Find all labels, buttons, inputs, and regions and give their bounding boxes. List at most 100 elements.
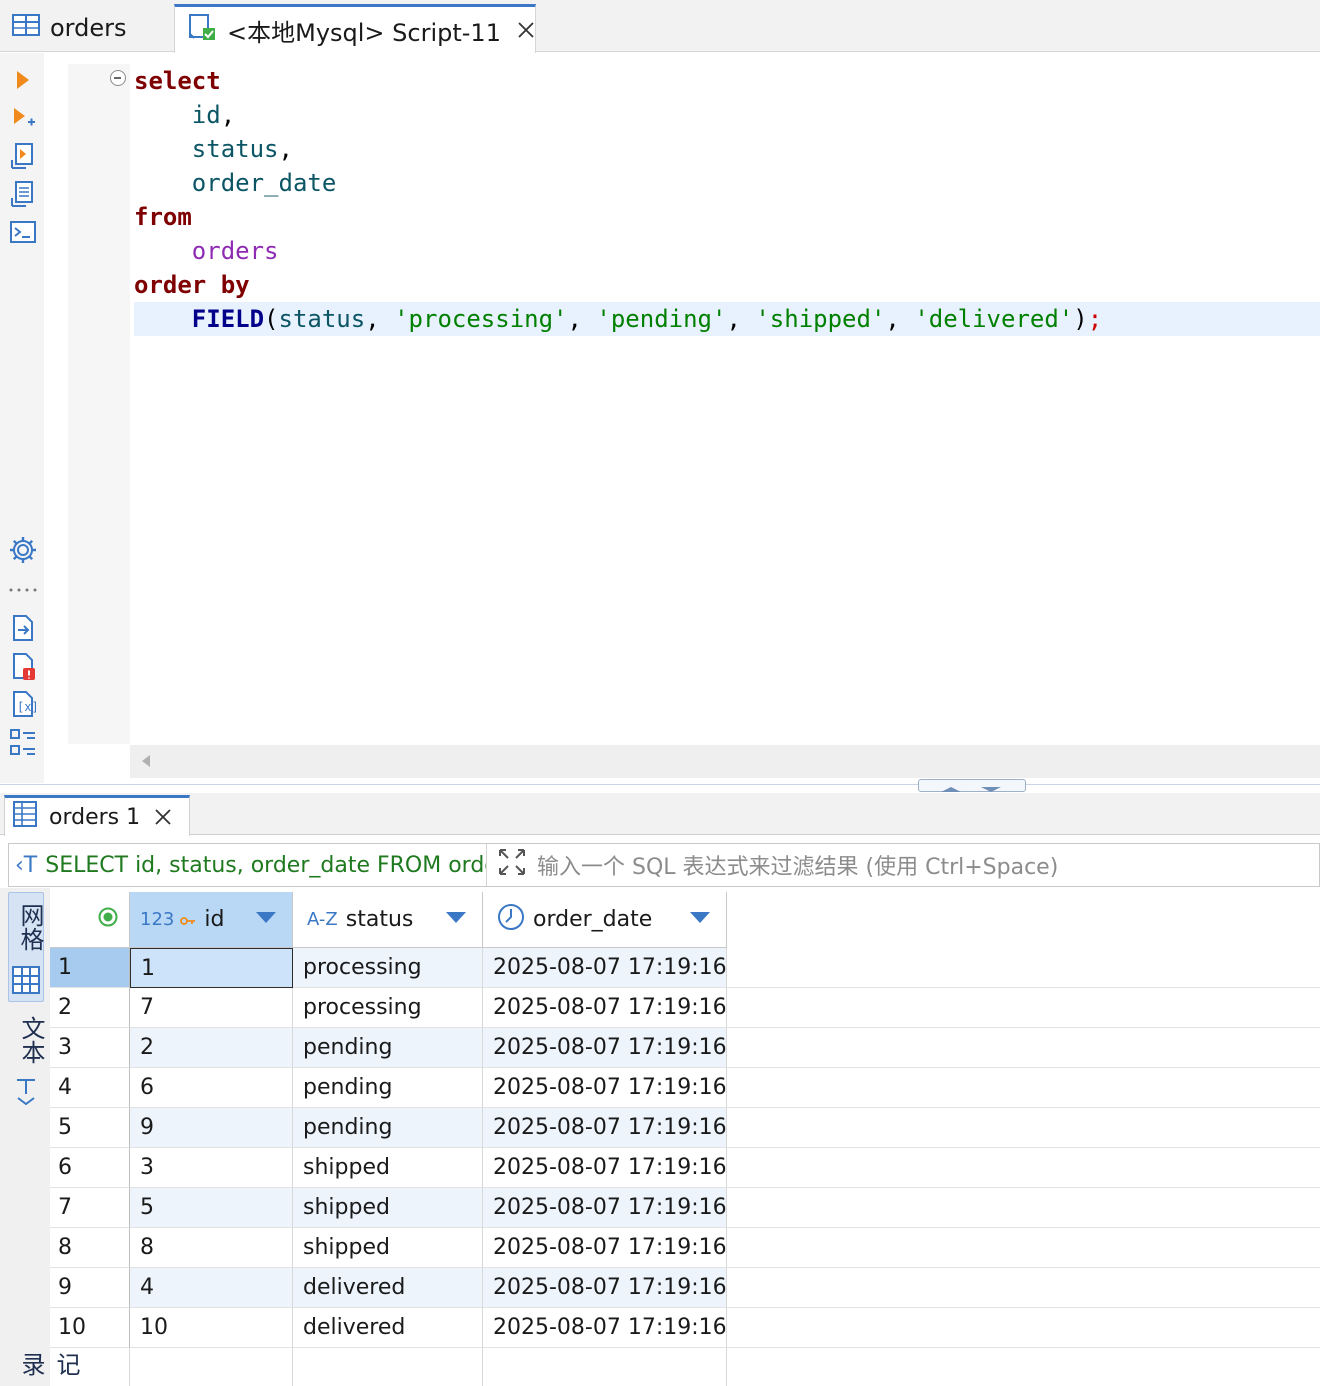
cell-status[interactable]: pending	[293, 1028, 483, 1068]
table-row[interactable]: 7 5 shipped 2025-08-07 17:19:16	[50, 1188, 1320, 1228]
table-row[interactable]: 9 4 delivered 2025-08-07 17:19:16	[50, 1268, 1320, 1308]
cell-status[interactable]: shipped	[293, 1188, 483, 1228]
row-empty-area	[727, 1068, 1320, 1108]
expand-icon[interactable]	[497, 847, 527, 883]
row-number[interactable]: 10	[50, 1308, 130, 1348]
problems-icon[interactable]	[8, 651, 38, 681]
cell-status[interactable]: processing	[293, 988, 483, 1028]
tab-label: <本地Mysql> Script-11	[227, 18, 501, 47]
table-row[interactable]: 5 9 pending 2025-08-07 17:19:16	[50, 1108, 1320, 1148]
cell-id[interactable]: 3	[130, 1148, 293, 1188]
row-number[interactable]: 8	[50, 1228, 130, 1268]
table-row[interactable]: 10 10 delivered 2025-08-07 17:19:16	[50, 1308, 1320, 1348]
tab-result-orders-1[interactable]: orders 1	[4, 795, 190, 836]
close-icon[interactable]	[517, 19, 535, 41]
cell-status[interactable]: shipped	[293, 1228, 483, 1268]
cell-status[interactable]: shipped	[293, 1148, 483, 1188]
result-sql-query[interactable]: ‹T SELECT id, status, order_date FROM or…	[9, 844, 487, 886]
cell-status[interactable]: pending	[293, 1068, 483, 1108]
cell-id[interactable]: 5	[130, 1188, 293, 1228]
terminal-icon[interactable]	[8, 217, 38, 247]
row-number[interactable]: 1	[50, 948, 130, 988]
row-empty-area	[727, 948, 1320, 988]
cell-order-date[interactable]: 2025-08-07 17:19:16	[483, 948, 727, 988]
cell-order-date[interactable]: 2025-08-07 17:19:16	[483, 1108, 727, 1148]
panel-splitter[interactable]	[0, 784, 1320, 792]
cell-order-date[interactable]: 2025-08-07 17:19:16	[483, 1028, 727, 1068]
row-number[interactable]: 7	[50, 1188, 130, 1228]
sql-editor[interactable]: select id, status, order_date from orders…	[130, 64, 1320, 744]
outline-icon[interactable]	[8, 727, 38, 757]
filter-placeholder: 输入一个 SQL 表达式来过滤结果 (使用 Ctrl+Space)	[537, 855, 1059, 880]
cell-status[interactable]: delivered	[293, 1268, 483, 1308]
code-token: 'processing'	[394, 305, 568, 333]
execute-statement-icon[interactable]	[8, 65, 38, 95]
row-number[interactable]: 4	[50, 1068, 130, 1108]
sort-dropdown-icon[interactable]	[256, 912, 276, 923]
explain-plan-icon[interactable]	[8, 179, 38, 209]
row-number[interactable]: 2	[50, 988, 130, 1028]
cell-status[interactable]: processing	[293, 948, 483, 988]
table-row[interactable]: 4 6 pending 2025-08-07 17:19:16	[50, 1068, 1320, 1108]
cell-order-date[interactable]: 2025-08-07 17:19:16	[483, 988, 727, 1028]
cell-id[interactable]: 2	[130, 1028, 293, 1068]
select-all-corner[interactable]	[50, 892, 130, 948]
code-token: ,	[885, 305, 915, 333]
sort-dropdown-icon[interactable]	[690, 912, 710, 923]
table-row[interactable]: 2 7 processing 2025-08-07 17:19:16	[50, 988, 1320, 1028]
horizontal-scrollbar[interactable]	[130, 745, 1320, 778]
cell-order-date[interactable]: 2025-08-07 17:19:16	[483, 1068, 727, 1108]
tab-grid-view[interactable]: 网格	[8, 892, 44, 1002]
tab-text-view[interactable]: 文本	[8, 1014, 45, 1114]
execute-script-icon[interactable]	[8, 141, 38, 171]
result-tab-bar: orders 1	[0, 793, 1320, 836]
execute-new-tab-icon[interactable]	[8, 103, 38, 133]
sort-dropdown-icon[interactable]	[446, 912, 466, 923]
export-icon[interactable]	[8, 613, 38, 643]
cell-status[interactable]: delivered	[293, 1308, 483, 1348]
column-header-id[interactable]: 123 id	[130, 892, 293, 948]
row-number[interactable]: 5	[50, 1108, 130, 1148]
table-row[interactable]: 1 1 processing 2025-08-07 17:19:16	[50, 948, 1320, 988]
cell-order-date[interactable]: 2025-08-07 17:19:16	[483, 1308, 727, 1348]
row-number[interactable]: 9	[50, 1268, 130, 1308]
cell-id[interactable]: 1	[130, 948, 293, 988]
close-icon[interactable]	[154, 808, 172, 826]
splitter-toggle[interactable]	[918, 779, 1026, 792]
column-header-order-date[interactable]: order_date	[483, 892, 727, 948]
tab-label: orders	[50, 14, 127, 42]
cell-id[interactable]: 7	[130, 988, 293, 1028]
scroll-left-icon[interactable]	[142, 755, 150, 767]
code-token: ;	[1087, 305, 1103, 333]
column-header-status[interactable]: A-Z status	[293, 892, 483, 948]
table-row[interactable]: 8 8 shipped 2025-08-07 17:19:16	[50, 1228, 1320, 1268]
cell-id[interactable]: 9	[130, 1108, 293, 1148]
tab-orders[interactable]: orders	[0, 4, 172, 52]
cell-order-date[interactable]: 2025-08-07 17:19:16	[483, 1148, 727, 1188]
table-row[interactable]: 3 2 pending 2025-08-07 17:19:16	[50, 1028, 1320, 1068]
row-empty-area	[727, 1308, 1320, 1348]
cell-id[interactable]: 8	[130, 1228, 293, 1268]
filter-input[interactable]: 输入一个 SQL 表达式来过滤结果 (使用 Ctrl+Space)	[487, 847, 1058, 883]
table-row[interactable]: 6 3 shipped 2025-08-07 17:19:16	[50, 1148, 1320, 1188]
tab-script-11[interactable]: <本地Mysql> Script-11	[174, 4, 536, 53]
result-grid[interactable]: 123 id A-Z status order_date 1 1 processin…	[50, 892, 1320, 1386]
row-number[interactable]: 3	[50, 1028, 130, 1068]
fold-collapse-icon[interactable]	[110, 70, 126, 86]
cell-id[interactable]: 4	[130, 1268, 293, 1308]
cell-order-date[interactable]: 2025-08-07 17:19:16	[483, 1188, 727, 1228]
row-empty-area	[727, 1228, 1320, 1268]
cell-status[interactable]: pending	[293, 1108, 483, 1148]
code-token: orders	[191, 237, 279, 265]
cell-id[interactable]: 10	[130, 1308, 293, 1348]
cell-order-date[interactable]: 2025-08-07 17:19:16	[483, 1268, 727, 1308]
code-token: select	[134, 67, 221, 95]
cell-id[interactable]: 6	[130, 1068, 293, 1108]
variables-icon[interactable]: [x]	[8, 689, 38, 719]
gear-icon[interactable]	[8, 535, 38, 565]
cell-order-date[interactable]: 2025-08-07 17:19:16	[483, 1228, 727, 1268]
more-dots-icon[interactable]	[8, 575, 38, 605]
row-number[interactable]: 6	[50, 1148, 130, 1188]
column-divider	[292, 1348, 293, 1386]
